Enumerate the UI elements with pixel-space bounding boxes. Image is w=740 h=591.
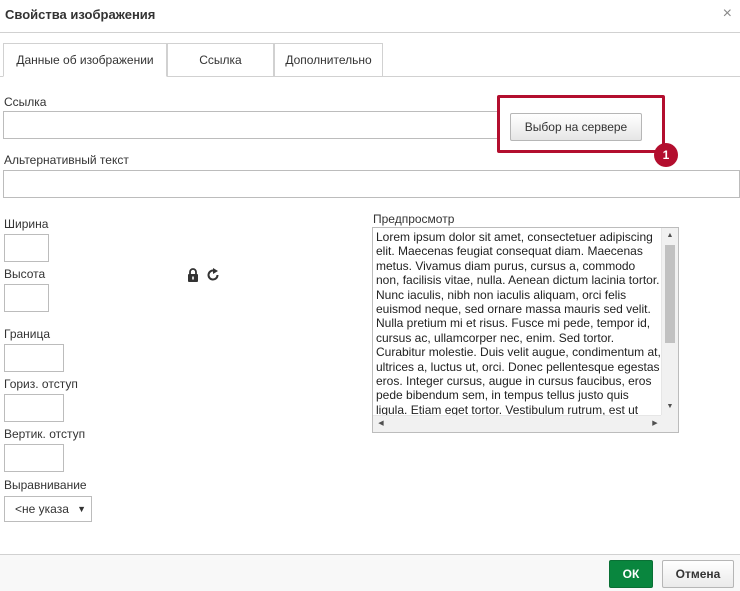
width-input[interactable]	[4, 234, 49, 262]
scroll-up-icon[interactable]: ▲	[662, 228, 678, 244]
url-input[interactable]	[3, 111, 500, 139]
preview-horizontal-scrollbar[interactable]: ◀ ▶	[373, 415, 663, 432]
lock-ratio-icon[interactable]	[187, 268, 199, 282]
align-select[interactable]: <не указа ▼	[4, 496, 92, 522]
scroll-left-icon[interactable]: ◀	[373, 416, 389, 432]
tab-image-info[interactable]: Данные об изображении	[3, 43, 167, 77]
align-select-value: <не указа	[15, 502, 69, 516]
width-label: Ширина	[4, 217, 49, 231]
url-label: Ссылка	[4, 95, 47, 109]
align-label: Выравнивание	[4, 478, 87, 492]
border-label: Граница	[4, 327, 51, 341]
reset-size-icon[interactable]	[206, 268, 220, 282]
scroll-corner	[661, 415, 678, 432]
preview-vertical-scrollbar[interactable]: ▲ ▼	[661, 228, 678, 415]
dialog-title: Свойства изображения	[5, 7, 156, 22]
vspace-input[interactable]	[4, 444, 64, 472]
height-label: Высота	[4, 267, 46, 281]
alt-text-input[interactable]	[3, 170, 740, 198]
scroll-thumb[interactable]	[665, 245, 675, 343]
dialog-titlebar: Свойства изображения ×	[0, 0, 740, 33]
alt-text-label: Альтернативный текст	[4, 153, 129, 167]
hspace-input[interactable]	[4, 394, 64, 422]
chevron-down-icon: ▼	[77, 504, 86, 514]
scroll-down-icon[interactable]: ▼	[662, 399, 678, 415]
vspace-label: Вертик. отступ	[4, 427, 86, 441]
cancel-button[interactable]: Отмена	[662, 560, 734, 588]
border-input[interactable]	[4, 344, 64, 372]
close-icon[interactable]: ×	[723, 5, 732, 23]
tab-advanced[interactable]: Дополнительно	[274, 43, 383, 77]
preview-label: Предпросмотр	[373, 212, 455, 226]
browse-server-button[interactable]: Выбор на сервере	[510, 113, 642, 141]
annotation-badge: 1	[654, 143, 678, 167]
height-input[interactable]	[4, 284, 49, 312]
hspace-label: Гориз. отступ	[4, 377, 78, 391]
preview-box[interactable]: Lorem ipsum dolor sit amet, consectetuer…	[372, 227, 679, 433]
preview-text: Lorem ipsum dolor sit amet, consectetuer…	[376, 230, 661, 432]
ok-button[interactable]: ОК	[609, 560, 653, 588]
tab-link[interactable]: Ссылка	[167, 43, 274, 77]
